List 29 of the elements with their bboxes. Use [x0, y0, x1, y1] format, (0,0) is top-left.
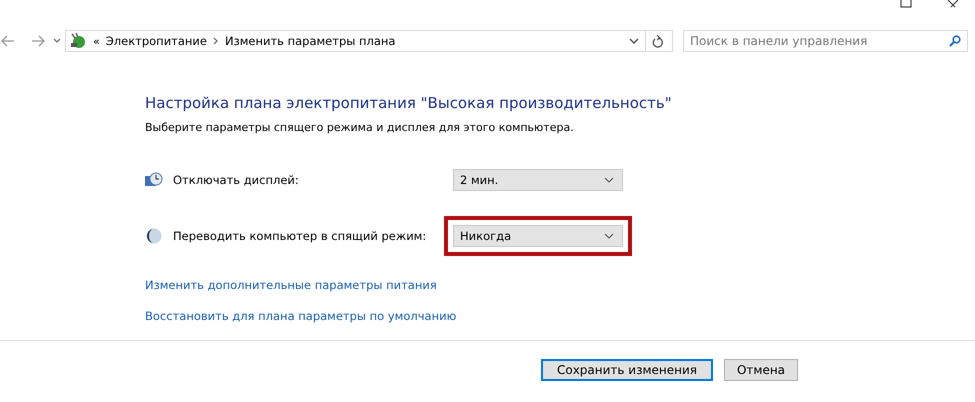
page-description: Выберите параметры спящего режима и дисплея для этого компьютера. [145, 121, 575, 134]
search-field[interactable]: Поиск в панели управления [683, 30, 968, 52]
save-button[interactable]: Сохранить изменения [541, 359, 713, 381]
power-plug-icon [69, 32, 87, 50]
chevron-down-icon [604, 233, 614, 239]
chevron-right-icon [212, 37, 219, 45]
setting-label: Переводить компьютер в спящий режим: [173, 229, 428, 243]
refresh-icon[interactable] [652, 34, 664, 48]
cancel-button[interactable]: Отмена [724, 359, 798, 381]
address-bar[interactable]: « Электропитание Изменить параметры плана [65, 30, 673, 52]
link[interactable]: Восстановить для плана параметры по умолчанию [145, 309, 456, 323]
breadcrumb-overflow[interactable]: « [93, 34, 100, 48]
moon-icon [145, 228, 163, 244]
chevron-down-icon [604, 177, 614, 183]
setting-label: Отключать дисплей: [173, 173, 300, 187]
monitor-clock-icon [145, 172, 163, 188]
back-arrow-icon[interactable] [1, 35, 15, 47]
dropdown[interactable]: Никогда [453, 225, 623, 247]
chevron-down-icon[interactable] [629, 38, 639, 44]
link[interactable]: Изменить дополнительные параметры питания [145, 278, 437, 292]
forward-arrow-icon[interactable] [31, 35, 45, 47]
breadcrumb-item[interactable]: Изменить параметры плана [224, 34, 396, 48]
breadcrumb-item[interactable]: Электропитание [106, 34, 207, 48]
chevron-down-icon[interactable] [53, 38, 61, 44]
maximize-icon[interactable] [900, 0, 912, 8]
search-icon[interactable] [949, 35, 961, 47]
close-icon[interactable] [947, 0, 959, 8]
page-heading: Настройка плана электропитания "Высокая производительность" [145, 94, 673, 112]
dropdown[interactable]: 2 мин. [453, 169, 623, 191]
